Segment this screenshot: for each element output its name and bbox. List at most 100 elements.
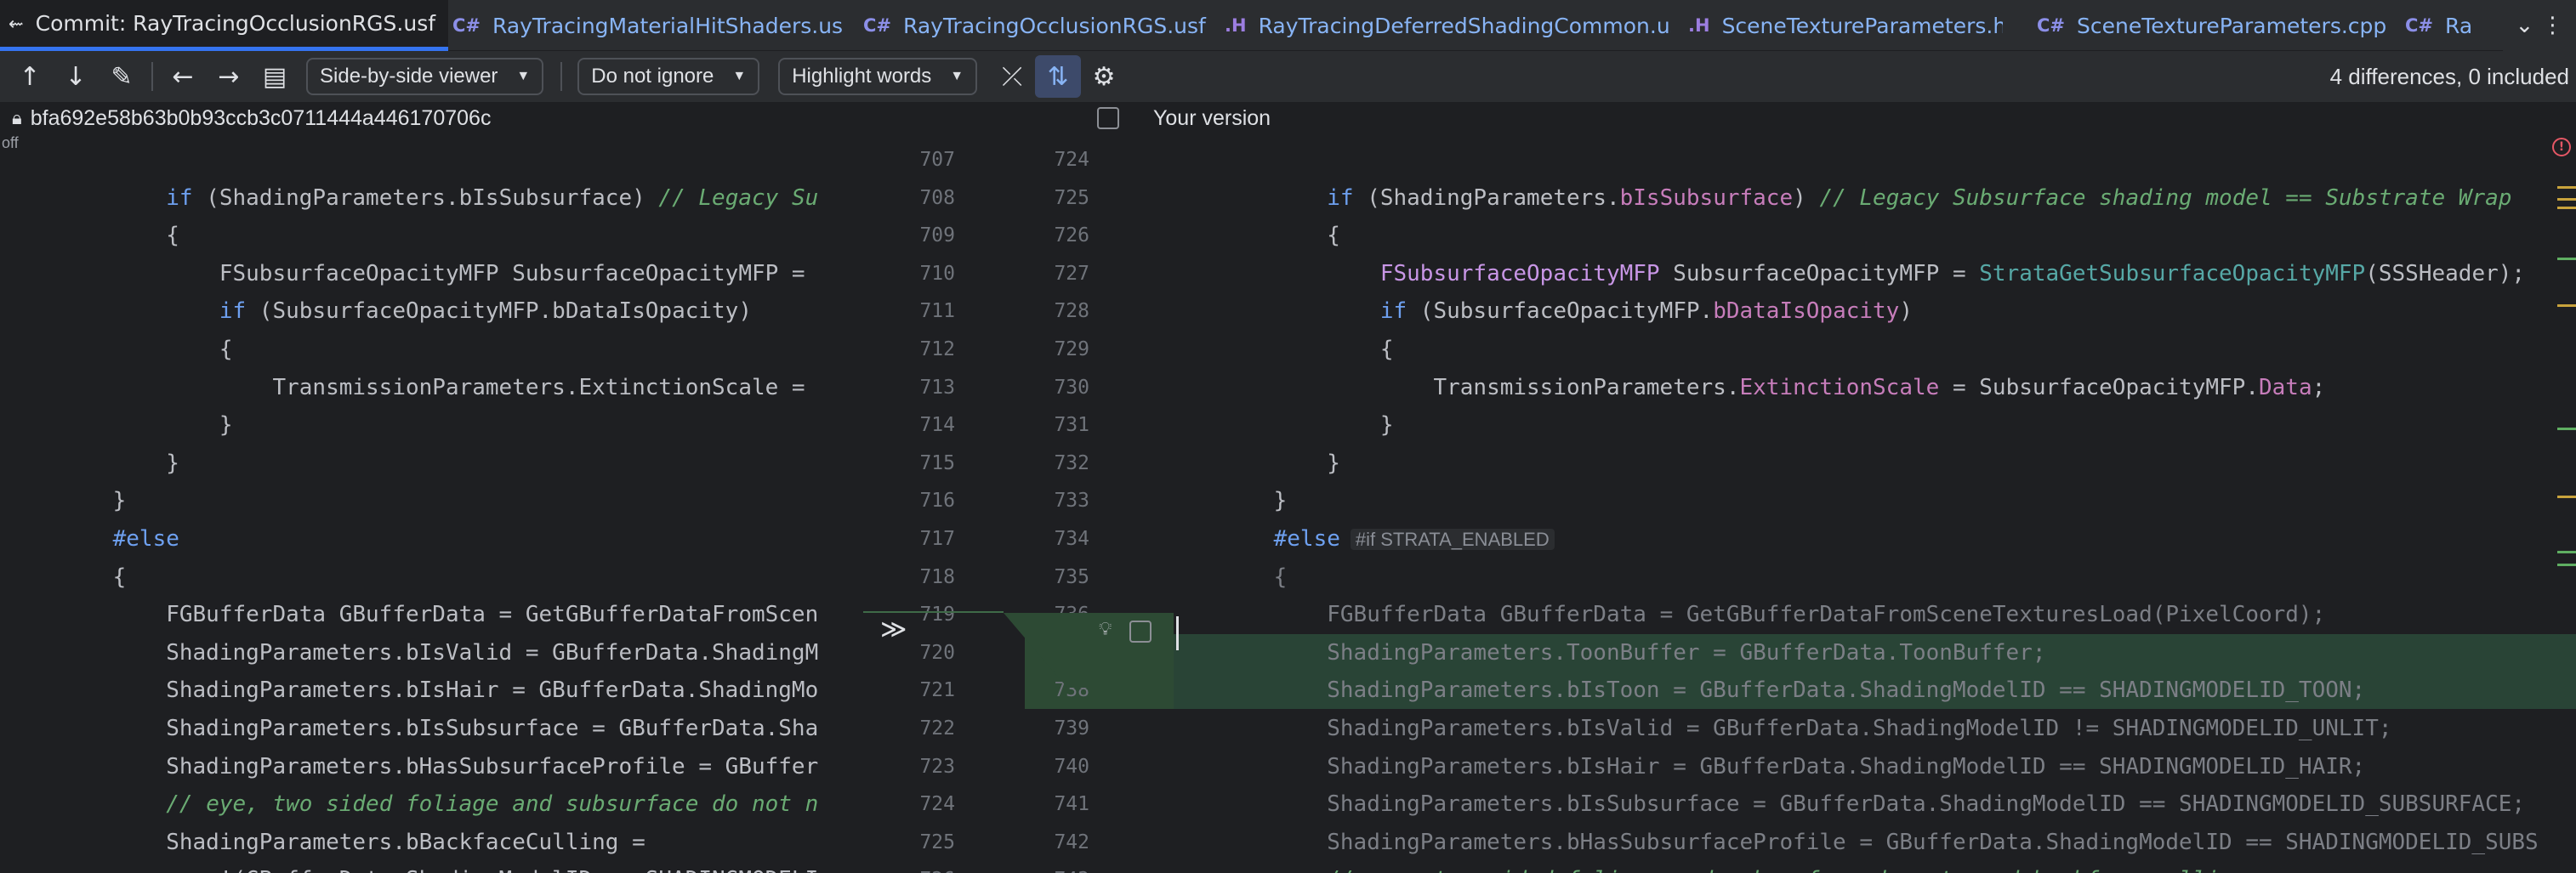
apply-change-icon[interactable]: ≫ [880,615,907,644]
right-code-line[interactable]: if (SubsurfaceOpacityMFP.bDataIsOpacity) [1174,292,2576,330]
left-code-line[interactable]: TransmissionParameters.ExtinctionScale = [0,369,863,406]
tab-raytracingdeferredshadingcommon[interactable]: .H RayTracingDeferredShadingCommon.ush [1225,0,1671,51]
right-code-line[interactable]: #else #if STRATA_ENABLED [1174,520,2576,558]
commit-icon: ⇜ [9,13,24,34]
diff-connector [863,611,1174,688]
more-vertical-icon[interactable]: ⋮ [2541,13,2563,38]
ignore-whitespace-select[interactable]: Do not ignore ▼ [577,58,760,95]
left-code-line[interactable]: FGBufferData GBufferData = GetGBufferDat… [0,596,863,633]
marker-stripe [2557,186,2576,189]
cpp-file-icon: C# [452,15,481,36]
back-arrow-icon[interactable]: ← [160,55,206,98]
left-code-line[interactable]: { [0,331,863,368]
tab-label: RayTracingMaterialHitShaders.usf [492,13,842,38]
right-code-line[interactable]: ShadingParameters.bHasSubsurfaceProfile … [1174,824,2576,861]
diff-editor: off if (ShadingParameters.bIsSubsurface)… [0,134,2576,873]
right-code-pane[interactable]: ! if (ShadingParameters.bIsSubsurface) /… [1174,134,2576,873]
viewer-mode-select[interactable]: Side-by-side viewer ▼ [306,58,544,95]
diff-header: 🔒︎ bfa692e58b63b0b93ccb3c0711444a4461707… [0,102,2576,134]
chevron-down-icon[interactable]: ⌄ [2516,13,2534,38]
tab-commit-raytracingocclusionrgs[interactable]: ⇜ Commit: RayTracingOcclusionRGS.usf ✕ [0,0,448,51]
left-code-line[interactable]: ShadingParameters.bHasSubsurfaceProfile … [0,748,863,785]
document-icon[interactable]: ▤ [252,55,298,98]
right-code-line[interactable]: { [1174,331,2576,368]
left-code-line[interactable] [0,141,863,179]
marker-stripe [2557,496,2576,498]
left-code-line[interactable]: } [0,482,863,519]
right-revision-header: Your version [1097,102,1271,134]
previous-difference-icon[interactable]: ↑ [7,55,53,98]
left-code-line[interactable]: if (SubsurfaceOpacityMFP.bDataIsOpacity) [0,292,863,330]
dropdown-caret-icon: ▼ [516,69,531,83]
right-code-line[interactable]: ShadingParameters.bIsValid = GBufferData… [1174,710,2576,747]
edit-pencil-icon[interactable]: ✎ [99,55,145,98]
commit-hash: bfa692e58b63b0b93ccb3c0711444a446170706c [30,105,492,130]
cpp-file-icon: C# [2037,15,2066,36]
your-version-label: Your version [1153,105,1271,130]
left-code-line[interactable]: ShadingParameters.bIsSubsurface = GBuffe… [0,710,863,747]
differences-count: 4 differences, 0 included [2329,63,2569,89]
tab-raytracingmaterialhitshaders[interactable]: C# RayTracingMaterialHitShaders.usf [451,0,842,51]
next-difference-icon[interactable]: ↓ [53,55,99,98]
diff-toolbar: ↑ ↓ ✎ ← → ▤ Side-by-side viewer ▼ Do not… [0,51,2576,102]
lightbulb-icon[interactable]: 💡︎ [1099,619,1112,640]
tab-scenetextureparameters-h[interactable]: .H SceneTextureParameters.h [1688,0,2003,51]
tab-overflow-partial[interactable]: C# Ra [2405,0,2499,51]
left-code-line[interactable]: FSubsurfaceOpacityMFP SubsurfaceOpacityM… [0,255,863,292]
collapse-unchanged-icon[interactable]: ⤫ [989,55,1035,98]
highlight-label: Highlight words [792,65,932,88]
left-code-line[interactable]: } [0,445,863,482]
right-code-line[interactable]: FGBufferData GBufferData = GetGBufferDat… [1174,596,2576,633]
left-code-line[interactable]: // eye, two sided foliage and subsurface… [0,785,863,823]
toolbar-divider [151,62,153,91]
cpp-file-icon: C# [863,15,892,36]
left-code-line[interactable]: ShadingParameters.bBackfaceCulling = [0,824,863,861]
left-code-line[interactable]: if (ShadingParameters.bIsSubsurface) // … [0,179,863,217]
right-code-line[interactable]: } [1174,445,2576,482]
header-file-icon: .H [1225,15,1247,36]
right-code-line[interactable]: FSubsurfaceOpacityMFP SubsurfaceOpacityM… [1174,255,2576,292]
forward-arrow-icon[interactable]: → [206,55,252,98]
right-code-line[interactable]: } [1174,482,2576,519]
text-caret [1176,616,1179,650]
left-code-line[interactable]: !(GBufferData.ShadingModelID == SHADINGM… [0,861,863,873]
left-code-line[interactable]: ShadingParameters.bIsHair = GBufferData.… [0,672,863,709]
ignore-label: Do not ignore [591,65,714,88]
right-code-line[interactable]: { [1174,558,2576,596]
tab-scenetextureparameters-cpp[interactable]: C# SceneTextureParameters.cpp [2037,0,2394,51]
include-all-checkbox[interactable] [1097,107,1119,129]
include-change-checkbox[interactable] [1129,621,1152,646]
right-code-line[interactable]: } [1174,406,2576,444]
left-revision-header: 🔒︎ bfa692e58b63b0b93ccb3c0711444a4461707… [12,102,491,134]
header-file-icon: .H [1688,15,1710,36]
left-code-line[interactable]: #else [0,520,863,558]
right-code-line[interactable]: ShadingParameters.bIsSubsurface = GBuffe… [1174,785,2576,823]
right-code-line-changed[interactable]: ShadingParameters.ToonBuffer = GBufferDa… [1174,633,2576,672]
left-code-line[interactable]: } [0,406,863,444]
toolbar-divider [560,62,563,91]
tab-label: Ra [2445,13,2473,38]
right-code-line-changed[interactable]: ShadingParameters.bIsToon = GBufferData.… [1174,672,2576,710]
right-code-line[interactable]: TransmissionParameters.ExtinctionScale =… [1174,369,2576,406]
highlight-mode-select[interactable]: Highlight words ▼ [778,58,978,95]
right-code-line[interactable]: if (ShadingParameters.bIsSubsurface) // … [1174,179,2576,217]
left-code-pane[interactable]: off if (ShadingParameters.bIsSubsurface)… [0,134,863,873]
right-code-line[interactable] [1174,141,2576,179]
tab-label: RayTracingDeferredShadingCommon.ush [1258,13,1671,38]
settings-gear-icon[interactable]: ⚙ [1081,55,1127,98]
marker-stripe [2557,551,2576,553]
left-code-line[interactable]: ShadingParameters.bIsValid = GBufferData… [0,634,863,672]
right-code-line[interactable]: ShadingParameters.bIsHair = GBufferData.… [1174,748,2576,785]
lock-icon: 🔒︎ [12,107,22,128]
right-code-line[interactable]: // eye, two sided foliage and subsurface… [1174,861,2576,873]
tab-label: SceneTextureParameters.h [1721,13,2003,38]
tab-label: RayTracingOcclusionRGS.usf [903,13,1206,38]
tab-raytracingocclusionrgs[interactable]: C# RayTracingOcclusionRGS.usf [863,0,1212,51]
right-code-line[interactable]: { [1174,217,2576,254]
viewer-mode-label: Side-by-side viewer [320,65,498,88]
left-code-line[interactable]: { [0,217,863,254]
sync-scroll-icon[interactable]: ⇅ [1035,55,1082,98]
marker-stripe [2557,258,2576,260]
dropdown-caret-icon: ▼ [950,69,964,83]
left-code-line[interactable]: { [0,558,863,596]
